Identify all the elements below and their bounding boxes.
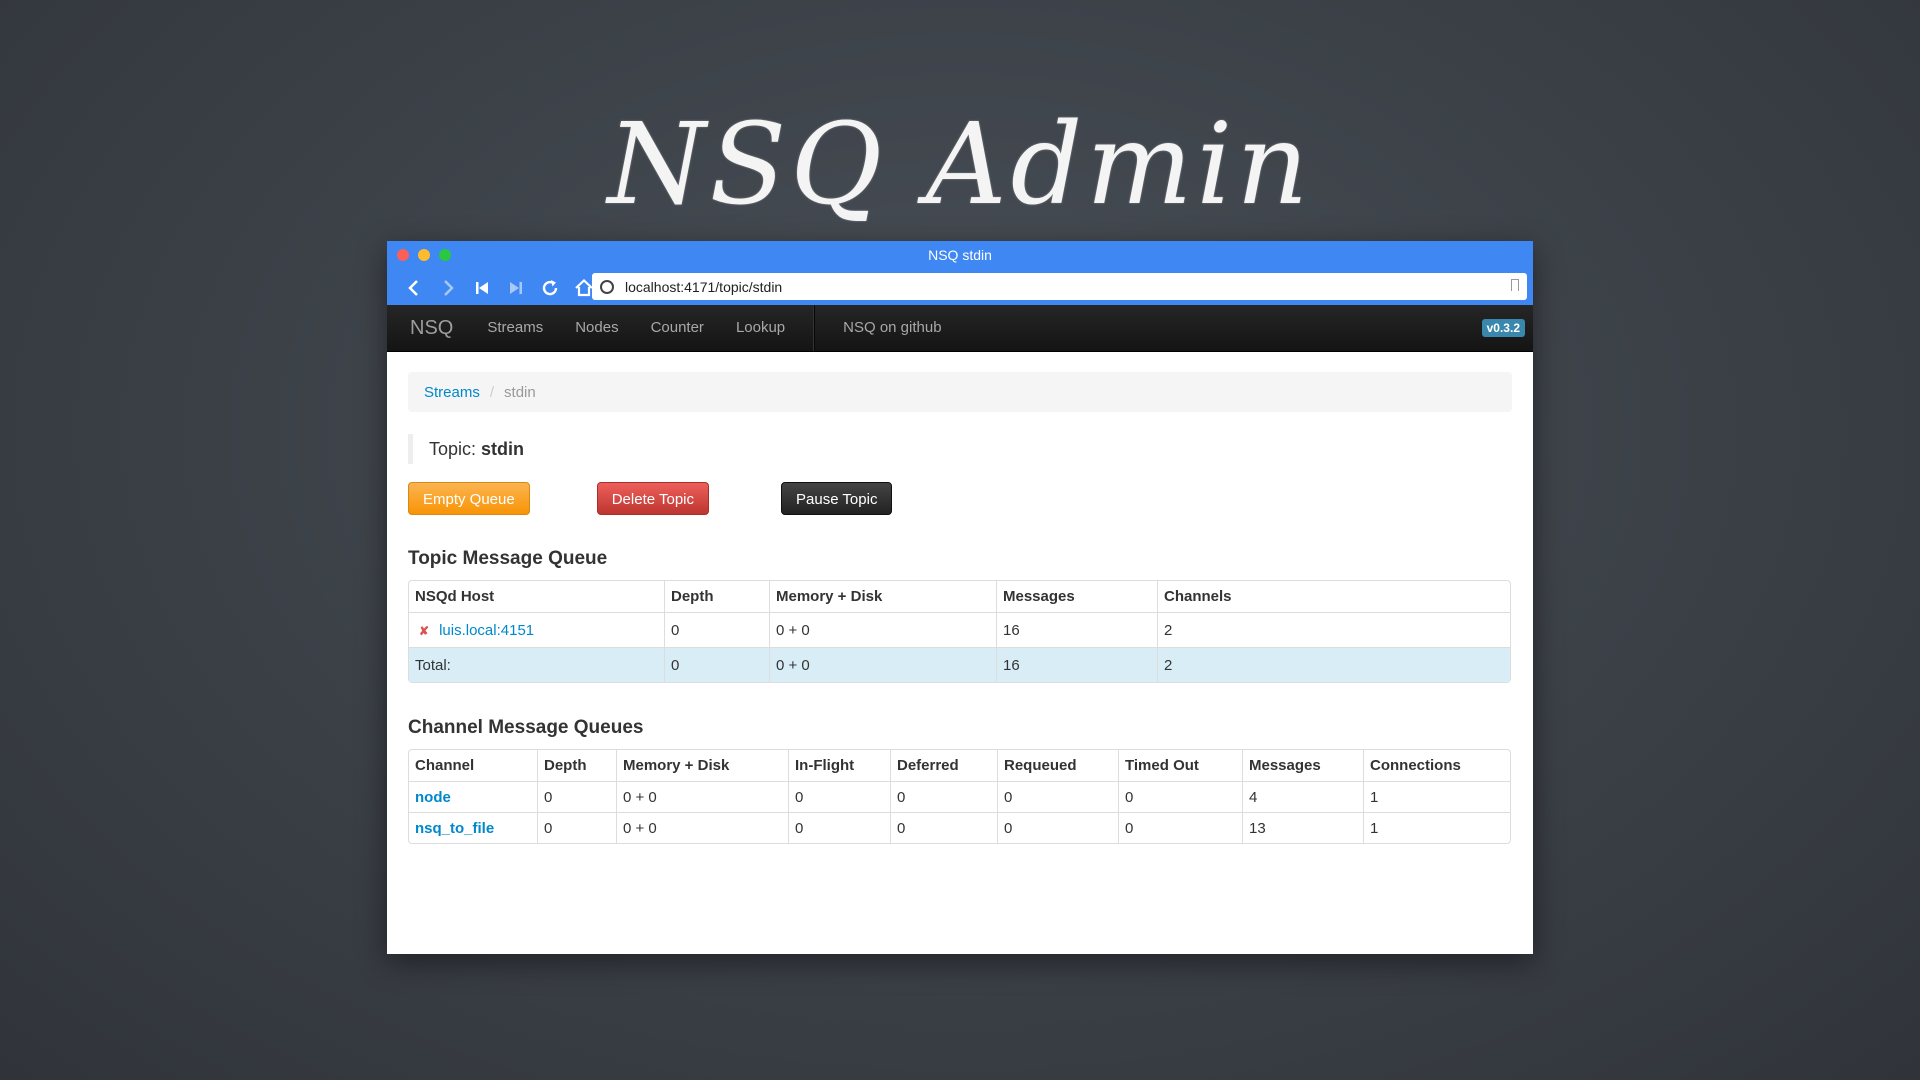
bookmark-icon[interactable] (1511, 279, 1519, 291)
table-row: nsq_to_file 0 0 + 0 0 0 0 0 13 1 (409, 812, 1510, 843)
topic-queue-heading: Topic Message Queue (408, 548, 608, 569)
channel-queue-heading: Channel Message Queues (408, 717, 644, 738)
column-header: Memory + Disk (616, 750, 788, 781)
channel-link-node[interactable]: node (415, 789, 451, 806)
reload-icon[interactable] (533, 274, 567, 302)
connections-cell: 1 (1363, 781, 1510, 812)
address-bar[interactable]: localhost:4171/topic/stdin (592, 273, 1527, 300)
column-header: Depth (537, 750, 616, 781)
table-row: ✘ luis.local:4151 0 0 + 0 16 2 (409, 612, 1510, 647)
forward-icon[interactable] (431, 274, 465, 302)
depth-cell: 0 (664, 612, 769, 647)
page-title: Topic: stdin (408, 434, 1512, 464)
messages-cell: 4 (1242, 781, 1363, 812)
nav-divider (813, 305, 816, 351)
host-cell: ✘ luis.local:4151 (409, 612, 664, 647)
browser-window: NSQ stdin localhost:4171/topic/stdin NSQ… (387, 241, 1533, 954)
nsq-navbar: NSQ Streams Nodes Counter Lookup NSQ on … (387, 305, 1533, 352)
in-flight-cell: 0 (788, 812, 890, 843)
table-header-row: Channel Depth Memory + Disk In-Flight De… (409, 750, 1510, 781)
depth-cell: 0 (537, 812, 616, 843)
host-link[interactable]: luis.local:4151 (439, 622, 534, 639)
version-badge: v0.3.2 (1481, 319, 1525, 337)
total-row: Total: 0 0 + 0 16 2 (409, 647, 1510, 682)
page-content: Streams / stdin Topic: stdin Empty Queue… (387, 352, 1533, 864)
messages-cell: 13 (1242, 812, 1363, 843)
globe-icon (600, 279, 614, 294)
column-header: Requeued (997, 750, 1118, 781)
requeued-cell: 0 (997, 812, 1118, 843)
memory-disk-cell: 0 + 0 (769, 612, 996, 647)
timed-out-cell: 0 (1118, 812, 1242, 843)
topic-prefix: Topic: (429, 439, 477, 459)
channels-cell: 2 (1157, 612, 1510, 647)
memory-disk-cell: 0 + 0 (616, 781, 788, 812)
window-titlebar: NSQ stdin (387, 241, 1533, 270)
skip-forward-icon[interactable] (499, 274, 533, 302)
channel-queue-table: Channel Depth Memory + Disk In-Flight De… (408, 749, 1511, 844)
traffic-lights (397, 249, 451, 261)
requeued-cell: 0 (997, 781, 1118, 812)
column-header: Messages (1242, 750, 1363, 781)
breadcrumb-streams-link[interactable]: Streams (424, 384, 480, 401)
nav-brand[interactable]: NSQ (410, 317, 453, 340)
channel-cell: nsq_to_file (409, 812, 537, 843)
nav-item-nodes[interactable]: Nodes (559, 305, 634, 351)
url-text[interactable]: localhost:4171/topic/stdin (625, 279, 782, 295)
depth-cell: 0 (537, 781, 616, 812)
slide-title: NSQ Admin (607, 100, 1313, 230)
breadcrumb: Streams / stdin (408, 372, 1512, 412)
topic-actions: Empty Queue Delete Topic Pause Topic (408, 482, 1512, 516)
deferred-cell: 0 (890, 812, 997, 843)
total-depth: 0 (664, 647, 769, 682)
column-header: Memory + Disk (769, 581, 996, 612)
column-header: Connections (1363, 750, 1510, 781)
column-header: NSQd Host (415, 588, 495, 605)
delete-topic-button[interactable]: Delete Topic (596, 482, 709, 515)
pause-topic-button[interactable]: Pause Topic (781, 482, 893, 515)
minimize-window-button[interactable] (418, 249, 430, 261)
empty-queue-button[interactable]: Empty Queue (408, 482, 530, 515)
table-row: node 0 0 + 0 0 0 0 0 4 1 (409, 781, 1510, 812)
table-header-row: NSQd Host Depth Memory + Disk Messages C… (409, 581, 1510, 612)
connections-cell: 1 (1363, 812, 1510, 843)
in-flight-cell: 0 (788, 781, 890, 812)
nav-item-lookup[interactable]: Lookup (720, 305, 801, 351)
skip-back-icon[interactable] (465, 274, 499, 302)
column-header: Channels (1157, 581, 1510, 612)
topic-queue-table: NSQd Host Depth Memory + Disk Messages C… (408, 580, 1511, 683)
close-window-button[interactable] (397, 249, 409, 261)
column-header: Timed Out (1118, 750, 1242, 781)
timed-out-cell: 0 (1118, 781, 1242, 812)
channel-link-nsq-to-file[interactable]: nsq_to_file (415, 820, 494, 837)
total-messages: 16 (996, 647, 1157, 682)
column-header: In-Flight (788, 750, 890, 781)
breadcrumb-current: stdin (504, 383, 536, 401)
maximize-window-button[interactable] (439, 249, 451, 261)
memory-disk-cell: 0 + 0 (616, 812, 788, 843)
nav-item-streams[interactable]: Streams (471, 305, 559, 351)
deferred-cell: 0 (890, 781, 997, 812)
column-header: Messages (996, 581, 1157, 612)
total-memory-disk: 0 + 0 (769, 647, 996, 682)
total-label: Total: (409, 647, 664, 682)
nav-item-github[interactable]: NSQ on github (827, 305, 957, 351)
breadcrumb-separator: / (489, 383, 495, 401)
window-title: NSQ stdin (928, 247, 992, 263)
channel-cell: node (409, 781, 537, 812)
back-icon[interactable] (397, 274, 431, 302)
column-header: Deferred (890, 750, 997, 781)
tombstone-x-icon[interactable]: ✘ (419, 624, 429, 638)
total-channels: 2 (1157, 647, 1510, 682)
column-header: Channel (415, 757, 475, 774)
browser-toolbar: localhost:4171/topic/stdin (387, 270, 1533, 305)
messages-cell: 16 (996, 612, 1157, 647)
topic-name: stdin (481, 439, 525, 459)
nav-item-counter[interactable]: Counter (635, 305, 720, 351)
column-header: Depth (664, 581, 769, 612)
